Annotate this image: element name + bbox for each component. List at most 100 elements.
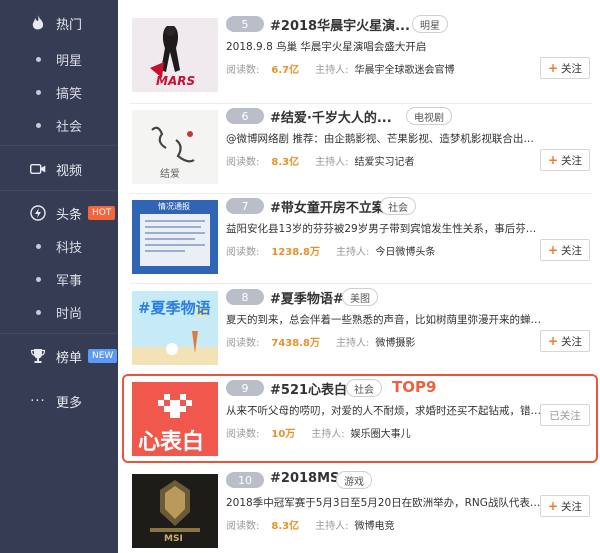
thumbnail-caption: MSI bbox=[164, 534, 183, 544]
host-label: 主持人: bbox=[315, 521, 349, 532]
category-tag[interactable]: 社会 bbox=[346, 379, 382, 397]
reads-count: 8.3亿 bbox=[271, 521, 300, 532]
reads-count: 8.3亿 bbox=[271, 157, 300, 168]
topic-meta: 阅读数: 8.3亿 主持人: 结爱实习记者 bbox=[226, 153, 414, 168]
rank-badge: 5 bbox=[226, 16, 264, 32]
bullet-dot bbox=[36, 89, 41, 95]
sidebar-item-headlines[interactable]: 头条 HOT bbox=[0, 198, 118, 228]
follow-button[interactable]: + 关注 bbox=[540, 57, 590, 79]
topic-title[interactable]: #带女童开房不立案# bbox=[270, 197, 396, 216]
thumbnail-caption: #夏季物语 bbox=[138, 299, 211, 317]
topic-thumbnail[interactable]: 情况通报 bbox=[132, 200, 218, 274]
category-tag[interactable]: 社会 bbox=[380, 197, 416, 215]
topic-thumbnail[interactable]: 心表白 bbox=[132, 382, 218, 456]
list-item[interactable]: 情况通报 7 #带女童开房不立案# 社会 益阳安化县13岁的芬芬被29岁男子带到… bbox=[130, 196, 592, 286]
sidebar-item-tech[interactable]: 科技 bbox=[0, 231, 118, 261]
topic-description: 益阳安化县13岁的芬芬被29岁男子带到宾馆发生性关系，事后芬芬家人报... bbox=[226, 223, 544, 235]
list-item[interactable]: 心表白 9 #521心表白# 社会 TOP9 从来不听父母的唠叨，对爱的人不耐烦… bbox=[130, 378, 592, 468]
follow-label: 关注 bbox=[561, 500, 583, 513]
list-item[interactable]: MARS 5 #2018华晨宇火星演... 明星 2018.9.8 鸟巢 华晨宇… bbox=[130, 14, 592, 104]
follow-button[interactable]: + 关注 bbox=[540, 495, 590, 517]
host-label: 主持人: bbox=[335, 247, 370, 258]
list-item[interactable]: #夏季物语 8 #夏季物语# 美图 夏天的到来，总会伴着一些熟悉的声音，比如树荫… bbox=[130, 287, 592, 377]
top9-label: TOP9 bbox=[392, 378, 437, 396]
bullet-dot bbox=[36, 276, 41, 282]
sidebar-item-label: 榜单 bbox=[56, 350, 83, 366]
list-item[interactable]: 结爱 6 #结爱·千岁大人的... 电视剧 @微博网络剧 推荐：由企鹅影视、芒果… bbox=[130, 106, 592, 196]
sidebar-item-video[interactable]: 视频 bbox=[0, 154, 118, 184]
topic-meta: 阅读数: 1238.8万 主持人: 今日微博头条 bbox=[226, 243, 435, 258]
host-name[interactable]: 微博电竞 bbox=[354, 521, 394, 532]
sidebar-item-label: 热门 bbox=[56, 17, 83, 33]
sidebar-item-funny[interactable]: 搞笑 bbox=[0, 77, 118, 107]
sidebar-item-label: 头条 bbox=[56, 207, 83, 223]
topic-meta: 阅读数: 7438.8万 主持人: 微博摄影 bbox=[226, 334, 415, 349]
sidebar-item-label: 时尚 bbox=[56, 306, 83, 322]
sidebar-item-society[interactable]: 社会 bbox=[0, 110, 118, 140]
reads-label: 阅读数: bbox=[226, 429, 260, 440]
host-name[interactable]: 娱乐圈大事儿 bbox=[351, 429, 411, 440]
plus-icon: + bbox=[547, 153, 559, 167]
divider bbox=[130, 193, 592, 194]
host-label: 主持人: bbox=[311, 429, 345, 440]
sidebar-item-celebrity[interactable]: 明星 bbox=[0, 44, 118, 74]
sidebar-item-ranking[interactable]: 榜单 NEW bbox=[0, 341, 118, 371]
hot-badge: HOT bbox=[88, 206, 116, 220]
sidebar-item-military[interactable]: 军事 bbox=[0, 264, 118, 294]
reads-label: 阅读数: bbox=[226, 247, 260, 258]
topic-description: 2018季中冠军赛于5月3日至5月20日在欧洲举办，RNG战队代表LPL赛区出征… bbox=[226, 497, 544, 509]
rank-badge: 10 bbox=[226, 472, 264, 488]
topic-title[interactable]: #521心表白# bbox=[270, 379, 358, 398]
video-icon bbox=[30, 161, 46, 177]
followed-button[interactable]: 已关注 bbox=[540, 404, 590, 426]
topic-thumbnail[interactable]: 结爱 bbox=[132, 110, 218, 184]
topic-title[interactable]: #结爱·千岁大人的... bbox=[270, 107, 392, 126]
follow-label: 关注 bbox=[561, 244, 583, 257]
plus-icon: + bbox=[547, 334, 559, 348]
topic-title[interactable]: #夏季物语# bbox=[270, 288, 344, 307]
plus-icon: + bbox=[547, 61, 559, 75]
divider bbox=[130, 103, 592, 104]
topic-meta: 阅读数: 10万 主持人: 娱乐圈大事儿 bbox=[226, 425, 411, 440]
category-tag[interactable]: 电视剧 bbox=[406, 107, 452, 125]
bullet-dot bbox=[36, 56, 41, 62]
topic-meta: 阅读数: 6.7亿 主持人: 华晨宇全球歌迷会官博 bbox=[226, 61, 454, 76]
follow-button[interactable]: + 关注 bbox=[540, 149, 590, 171]
topic-thumbnail[interactable]: MSI bbox=[132, 474, 218, 548]
rank-badge: 9 bbox=[226, 380, 264, 396]
reads-count: 6.7亿 bbox=[271, 65, 300, 76]
sidebar-item-fashion[interactable]: 时尚 bbox=[0, 297, 118, 327]
topic-thumbnail[interactable]: MARS bbox=[132, 18, 218, 92]
sidebar-item-label: 社会 bbox=[56, 119, 83, 135]
topic-thumbnail[interactable]: #夏季物语 bbox=[132, 291, 218, 365]
host-name[interactable]: 微博摄影 bbox=[375, 338, 415, 349]
rank-badge: 8 bbox=[226, 289, 264, 305]
sidebar-nav: 热门 明星 搞笑 社会 视频 头条 HOT 科技 军事 时尚 榜单 NEW ··… bbox=[0, 0, 118, 553]
host-name[interactable]: 结爱实习记者 bbox=[354, 157, 414, 168]
reads-label: 阅读数: bbox=[226, 338, 260, 349]
host-name[interactable]: 华晨宇全球歌迷会官博 bbox=[354, 65, 454, 76]
category-tag[interactable]: 美图 bbox=[342, 288, 378, 306]
divider bbox=[130, 283, 592, 284]
category-tag[interactable]: 游戏 bbox=[336, 471, 372, 489]
thumbnail-caption: 结爱 bbox=[160, 169, 180, 180]
reads-count: 7438.8万 bbox=[271, 338, 320, 349]
host-name[interactable]: 今日微博头条 bbox=[375, 247, 435, 258]
reads-count: 1238.8万 bbox=[271, 247, 320, 258]
topic-description: @微博网络剧 推荐：由企鹅影视、芒果影视、造梦机影视联合出品的奇幻... bbox=[226, 133, 544, 145]
follow-label: 关注 bbox=[561, 335, 583, 348]
sidebar-item-more[interactable]: ··· 更多 bbox=[0, 386, 118, 416]
new-badge: NEW bbox=[88, 349, 118, 363]
follow-button[interactable]: + 关注 bbox=[540, 239, 590, 261]
reads-label: 阅读数: bbox=[226, 157, 260, 168]
follow-button[interactable]: + 关注 bbox=[540, 330, 590, 352]
reads-label: 阅读数: bbox=[226, 521, 260, 532]
thumbnail-caption: 心表白 bbox=[138, 430, 205, 455]
list-item[interactable]: MSI 10 #2018MSI# 游戏 2018季中冠军赛于5月3日至5月20日… bbox=[130, 470, 592, 553]
topic-title[interactable]: #2018华晨宇火星演... bbox=[270, 15, 410, 34]
sidebar-item-hot[interactable]: 热门 bbox=[0, 8, 118, 38]
plus-icon: + bbox=[547, 499, 559, 513]
reads-count: 10万 bbox=[271, 429, 296, 440]
sidebar-item-label: 搞笑 bbox=[56, 86, 83, 102]
category-tag[interactable]: 明星 bbox=[412, 15, 448, 33]
